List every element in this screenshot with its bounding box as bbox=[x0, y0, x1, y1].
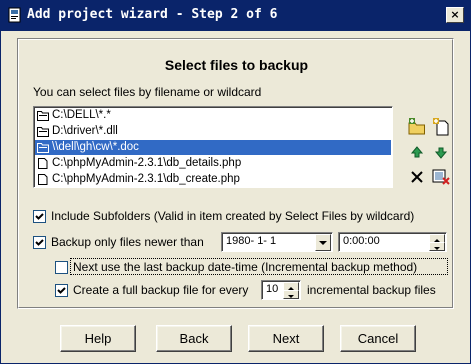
file-list[interactable]: C:\DELL\*.* D:\driver\*.dll \\dell\gh\cw… bbox=[33, 106, 393, 188]
list-item-label: C:\phpMyAdmin-2.3.1\db_details.php bbox=[52, 157, 242, 169]
arrow-down-icon bbox=[430, 147, 452, 166]
add-folder-icon bbox=[406, 118, 428, 141]
list-item-label: C:\phpMyAdmin-2.3.1\db_create.php bbox=[52, 173, 240, 185]
file-icon bbox=[37, 158, 49, 169]
spin-down-icon bbox=[288, 295, 294, 298]
move-up-button[interactable] bbox=[406, 141, 428, 163]
chevron-down-icon bbox=[319, 241, 327, 245]
content-panel: Select files to backup You can select fi… bbox=[17, 38, 454, 309]
clear-list-button[interactable] bbox=[430, 166, 452, 188]
include-subfolders-checkbox[interactable] bbox=[33, 210, 46, 223]
checkmark-icon bbox=[35, 213, 44, 220]
back-button[interactable]: Back bbox=[156, 325, 232, 352]
cancel-button[interactable]: Cancel bbox=[340, 325, 416, 352]
newer-than-checkbox[interactable] bbox=[33, 236, 46, 249]
window-title: Add project wizard - Step 2 of 6 bbox=[27, 7, 278, 22]
folder-icon bbox=[37, 142, 49, 153]
date-value: 1980- 1- 1 bbox=[226, 235, 277, 247]
file-icon bbox=[37, 174, 49, 185]
wizard-window: Add project wizard - Step 2 of 6 × Selec… bbox=[0, 0, 471, 364]
title-bar[interactable]: Add project wizard - Step 2 of 6 × bbox=[1, 1, 470, 31]
add-file-icon bbox=[430, 118, 452, 141]
time-spin-down[interactable] bbox=[429, 242, 445, 251]
help-button[interactable]: Help bbox=[60, 325, 136, 352]
list-item-label: D:\driver\*.dll bbox=[52, 125, 118, 137]
date-picker[interactable]: 1980- 1- 1 bbox=[221, 232, 333, 252]
date-dropdown-button[interactable] bbox=[315, 234, 331, 251]
full-backup-label: Create a full backup file for every bbox=[73, 283, 249, 297]
page-subheading: You can select files by filename or wild… bbox=[33, 85, 262, 99]
list-item-label: \\dell\gh\cw\*.doc bbox=[52, 141, 139, 153]
add-file-button[interactable] bbox=[430, 116, 452, 138]
arrow-up-icon bbox=[406, 146, 428, 166]
checkmark-icon bbox=[35, 239, 44, 246]
time-value: 0:00:00 bbox=[343, 235, 380, 247]
close-button[interactable]: × bbox=[446, 7, 464, 23]
delete-icon bbox=[406, 171, 428, 191]
full-backup-count-value: 10 bbox=[266, 283, 279, 295]
checkmark-icon bbox=[57, 287, 66, 294]
list-item-selected[interactable]: \\dell\gh\cw\*.doc bbox=[35, 140, 391, 155]
count-spin-down[interactable] bbox=[283, 290, 299, 299]
delete-button[interactable] bbox=[406, 166, 428, 188]
next-button[interactable]: Next bbox=[248, 325, 324, 352]
time-field[interactable]: 0:00:00 bbox=[338, 232, 447, 252]
last-backup-checkbox[interactable] bbox=[55, 261, 68, 274]
last-backup-label: Next use the last backup date-time (Incr… bbox=[73, 260, 418, 274]
list-item[interactable]: D:\driver\*.dll bbox=[35, 124, 391, 139]
move-down-button[interactable] bbox=[430, 141, 452, 163]
list-item-label: C:\DELL\*.* bbox=[52, 109, 111, 121]
folder-icon bbox=[37, 126, 49, 137]
full-backup-count[interactable]: 10 bbox=[261, 280, 301, 300]
list-item[interactable]: C:\phpMyAdmin-2.3.1\db_details.php bbox=[35, 156, 391, 171]
folder-icon bbox=[37, 110, 49, 121]
clear-list-icon bbox=[430, 169, 452, 191]
list-item[interactable]: C:\phpMyAdmin-2.3.1\db_create.php bbox=[35, 172, 391, 187]
full-backup-checkbox[interactable] bbox=[55, 284, 68, 297]
spin-down-icon bbox=[434, 247, 440, 250]
page-heading: Select files to backup bbox=[164, 57, 309, 73]
include-subfolders-label: Include Subfolders (Valid in item create… bbox=[51, 209, 415, 223]
add-folder-button[interactable] bbox=[406, 116, 428, 138]
full-backup-suffix: incremental backup files bbox=[307, 283, 436, 297]
list-item[interactable]: C:\DELL\*.* bbox=[35, 108, 391, 123]
app-icon bbox=[7, 7, 23, 23]
close-icon: × bbox=[450, 8, 460, 21]
newer-than-label: Backup only files newer than bbox=[51, 235, 204, 249]
